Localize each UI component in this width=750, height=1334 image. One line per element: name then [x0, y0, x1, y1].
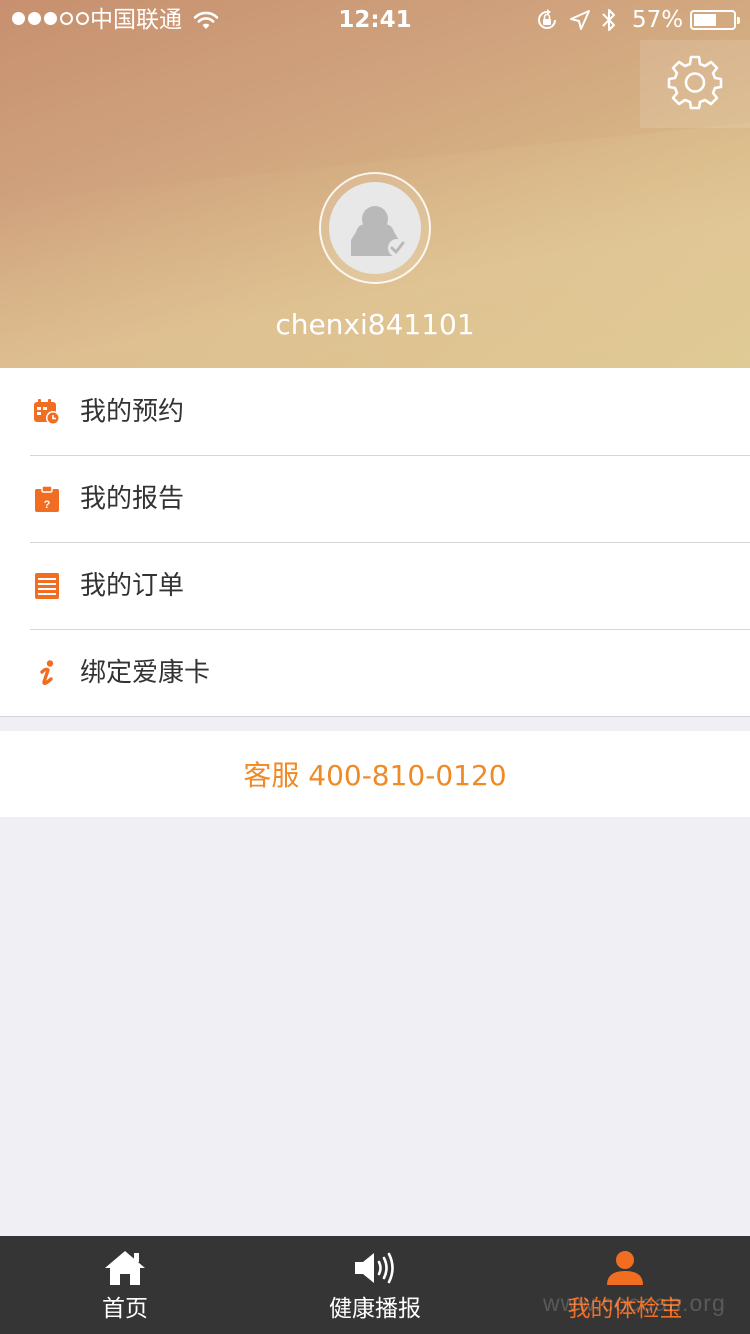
- username: chenxi841101: [275, 308, 475, 341]
- order-list-icon: [33, 572, 61, 600]
- tab-label: 首页: [102, 1296, 148, 1322]
- menu-item-label: 绑定爱康卡: [80, 657, 211, 688]
- menu-item-bind-card[interactable]: 绑定爱康卡: [0, 629, 750, 716]
- home-icon: [103, 1248, 147, 1288]
- watermark: www.cocoan.org: [543, 1290, 726, 1316]
- gear-icon: [666, 53, 724, 115]
- avatar-image: [329, 182, 421, 274]
- menu-item-label: 我的订单: [80, 570, 185, 601]
- profile-menu: 我的预约 ? 我的报告 我的订单 绑定爱康卡: [0, 368, 750, 717]
- battery-percent: 57%: [632, 7, 684, 33]
- battery-icon: [690, 10, 740, 30]
- tab-bar: 首页 健康播报 我的体检宝: [0, 1236, 750, 1334]
- user-avatar-placeholder-icon: [351, 206, 406, 257]
- tab-home[interactable]: 首页: [0, 1236, 250, 1334]
- menu-item-reports[interactable]: ? 我的报告: [0, 455, 750, 542]
- person-icon: [605, 1248, 645, 1288]
- bluetooth-icon: [601, 7, 617, 39]
- orientation-lock-icon: [535, 8, 559, 38]
- hotline-text: 客服 400-810-0120: [243, 759, 507, 792]
- battery-level-fill: [694, 14, 716, 26]
- speaker-icon: [352, 1248, 398, 1288]
- avatar[interactable]: [319, 172, 431, 284]
- settings-button[interactable]: [640, 40, 750, 128]
- customer-service-hotline[interactable]: 客服 400-810-0120: [0, 731, 750, 817]
- calendar-clock-icon: [33, 398, 61, 426]
- location-arrow-icon: [569, 9, 591, 37]
- tab-label: 健康播报: [329, 1296, 421, 1322]
- tab-health-news[interactable]: 健康播报: [250, 1236, 500, 1334]
- menu-item-orders[interactable]: 我的订单: [0, 542, 750, 629]
- svg-text:?: ?: [44, 499, 51, 511]
- status-bar: 中国联通 12:41 57%: [0, 0, 750, 40]
- info-i-icon: [33, 659, 61, 687]
- menu-item-appointments[interactable]: 我的预约: [0, 368, 750, 455]
- tab-my-checkup[interactable]: 我的体检宝: [500, 1236, 750, 1334]
- menu-item-label: 我的预约: [80, 396, 185, 427]
- report-clipboard-icon: ?: [33, 484, 61, 513]
- screen: 中国联通 12:41 57% chenxi841101 我的预约 ? 我的报告 …: [0, 0, 750, 1334]
- menu-item-label: 我的报告: [80, 483, 185, 514]
- status-icons: [535, 7, 617, 39]
